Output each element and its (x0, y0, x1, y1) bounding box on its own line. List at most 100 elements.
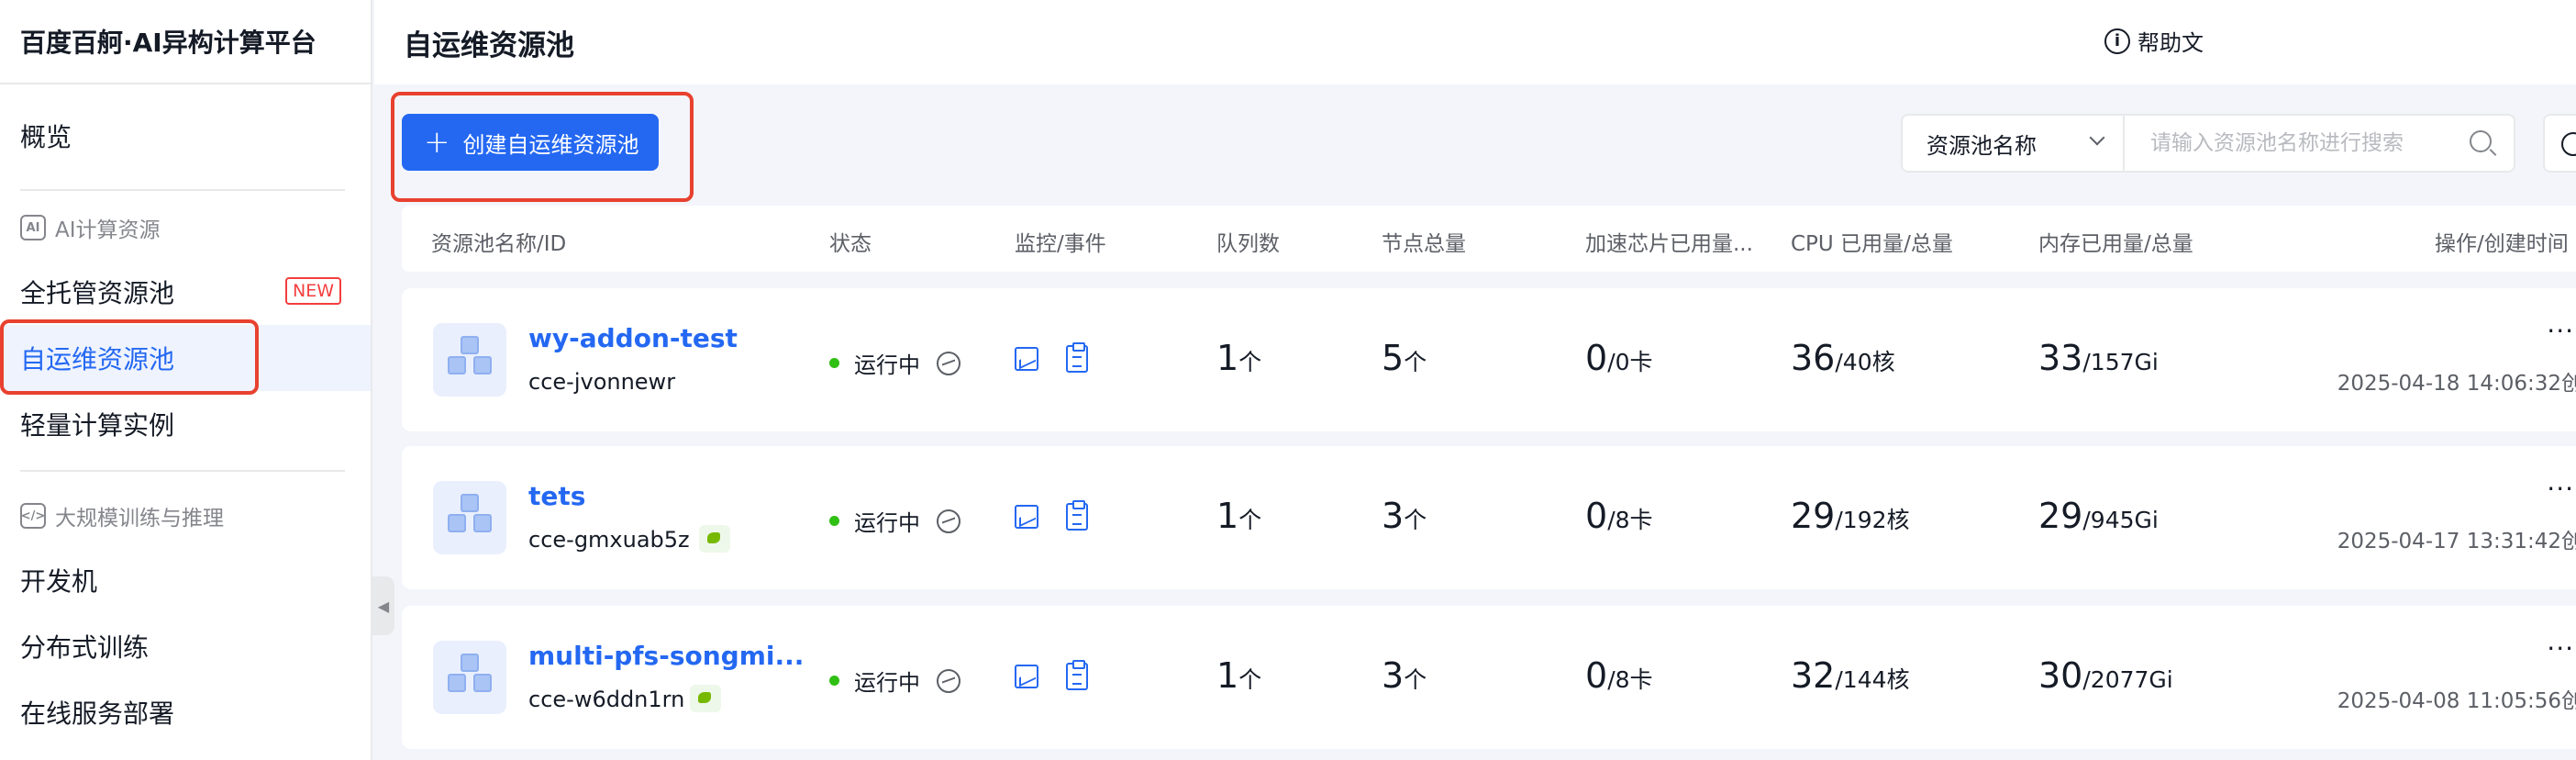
column-header-nodes: 节点总量 (1382, 232, 1466, 256)
sidebar-group-label: 大规模训练与推理 (55, 507, 224, 531)
monitor-chart-icon[interactable] (1015, 347, 1038, 371)
help-label: 帮助文 (2137, 30, 2204, 56)
queue-count: 1个 (1216, 655, 1262, 696)
pool-id: cce-gmxuab5z (528, 527, 690, 553)
highlight-box-sidebar (0, 319, 259, 395)
event-clipboard-icon[interactable] (1066, 660, 1088, 690)
chip-usage: 0/0卡 (1585, 338, 1653, 378)
refresh-button[interactable] (2543, 114, 2576, 173)
sidebar-item-fully-managed[interactable]: 全托管资源池 NEW (0, 259, 371, 325)
more-icon[interactable]: ··· (2547, 316, 2574, 346)
new-badge: NEW (284, 277, 341, 305)
table-header: 资源池名称/ID 状态 监控/事件 队列数 节点总量 加速芯片已用量... CP… (402, 206, 2576, 272)
sidebar-item-lightweight[interactable]: 轻量计算实例 (0, 391, 371, 457)
column-header-monitor: 监控/事件 (1015, 232, 1106, 256)
cpu-usage: 36/40核 (1791, 338, 1895, 378)
status-dot-icon (829, 676, 839, 686)
status-badge: 运行中 (829, 665, 960, 697)
monitor-chart-icon[interactable] (1015, 665, 1038, 688)
status-badge: 运行中 (829, 505, 960, 537)
monitor-chart-icon[interactable] (1015, 505, 1038, 529)
queue-count: 1个 (1216, 338, 1262, 378)
chevron-left-icon: ◀ (377, 597, 390, 615)
node-count: 3个 (1382, 655, 1427, 696)
code-window-icon: </> (20, 503, 46, 529)
memory-usage: 30/2077Gi (2038, 655, 2173, 696)
status-text: 运行中 (854, 670, 920, 696)
column-header-queues: 队列数 (1216, 232, 1280, 256)
sidebar-item-label: 全托管资源池 (20, 278, 175, 308)
status-badge: 运行中 (829, 347, 960, 379)
status-dot-icon (829, 516, 839, 526)
chip-usage: 0/8卡 (1585, 496, 1653, 536)
ai-chip-icon: AI (20, 215, 46, 240)
created-time: 2025-04-18 14:06:32创建 (2337, 372, 2576, 396)
column-header-cpu: CPU 已用量/总量 (1791, 232, 1953, 256)
chevron-down-icon (2089, 129, 2105, 146)
created-time: 2025-04-17 13:31:42创建 (2337, 530, 2576, 553)
column-header-chips: 加速芯片已用量... (1585, 232, 1753, 256)
sidebar-item-label: 在线服务部署 (20, 699, 175, 729)
search-input-wrapper (2125, 116, 2514, 171)
table-row: tets cce-gmxuab5z 运行中 1个 3个 0/8卡 29/192核… (402, 446, 2576, 589)
status-detail-icon[interactable] (937, 509, 960, 533)
pool-name-link[interactable]: tets (528, 481, 585, 511)
sidebar-divider (20, 189, 345, 191)
status-text: 运行中 (854, 510, 920, 536)
nvidia-gpu-icon (690, 685, 721, 712)
pool-name-link[interactable]: multi-pfs-songmi... (528, 641, 804, 671)
status-detail-icon[interactable] (937, 351, 960, 375)
sidebar-group-ai: AI AI计算资源 (20, 209, 161, 246)
refresh-icon (2561, 132, 2576, 156)
search-field-select[interactable]: 资源池名称 (1903, 116, 2125, 171)
node-count: 5个 (1382, 338, 1427, 378)
resource-pool-icon (433, 323, 506, 397)
pool-name-link[interactable]: wy-addon-test (528, 323, 738, 353)
queue-count: 1个 (1216, 496, 1262, 536)
memory-usage: 33/157Gi (2038, 338, 2159, 378)
more-icon[interactable]: ··· (2547, 633, 2574, 664)
status-detail-icon[interactable] (937, 668, 960, 693)
column-header-memory: 内存已用量/总量 (2038, 232, 2193, 256)
help-link[interactable]: i 帮助文 (2104, 25, 2204, 57)
search-icon[interactable] (2470, 130, 2492, 152)
cpu-usage: 32/144核 (1791, 655, 1910, 696)
sidebar-item-dev-machine[interactable]: 开发机 (0, 547, 371, 613)
column-header-actions: 操作/创建时间 (2435, 232, 2569, 256)
resource-pool-icon (433, 481, 506, 554)
search-group: 资源池名称 (1901, 114, 2515, 173)
event-clipboard-icon[interactable] (1066, 342, 1088, 373)
chip-usage: 0/8卡 (1585, 655, 1653, 696)
page-header: 自运维资源池 (374, 0, 2576, 84)
event-clipboard-icon[interactable] (1066, 500, 1088, 531)
sidebar-group-training: </> 大规模训练与推理 (20, 497, 224, 534)
info-icon: i (2104, 28, 2130, 54)
status-text: 运行中 (854, 352, 920, 378)
pool-id: cce-w6ddn1rn (528, 687, 685, 712)
column-header-name: 资源池名称/ID (431, 232, 567, 256)
page-title: 自运维资源池 (404, 28, 574, 62)
nvidia-gpu-icon (699, 525, 730, 553)
created-time: 2025-04-08 11:05:56创建 (2337, 689, 2576, 713)
sidebar-divider (20, 470, 345, 472)
pool-id: cce-jvonnewr (528, 369, 676, 395)
sidebar-group-label: AI计算资源 (55, 218, 161, 242)
sidebar-item-overview[interactable]: 概览 (0, 103, 371, 169)
sidebar-item-label: 分布式训练 (20, 632, 150, 663)
sidebar-collapse-handle[interactable]: ◀ (372, 576, 394, 635)
resource-pool-icon (433, 641, 506, 714)
sidebar-item-distributed-training[interactable]: 分布式训练 (0, 613, 371, 679)
select-value: 资源池名称 (1926, 132, 2037, 159)
table-row: multi-pfs-songmi... cce-w6ddn1rn 运行中 1个 … (402, 606, 2576, 749)
table-row: wy-addon-test cce-jvonnewr 运行中 1个 5个 0/0… (402, 288, 2576, 431)
search-input[interactable] (2125, 116, 2514, 171)
cpu-usage: 29/192核 (1791, 496, 1910, 536)
sidebar-item-label: 轻量计算实例 (20, 410, 175, 441)
status-dot-icon (829, 358, 839, 368)
sidebar-item-online-service[interactable]: 在线服务部署 (0, 679, 371, 745)
more-icon[interactable]: ··· (2547, 474, 2574, 504)
sidebar-item-label: 开发机 (20, 566, 98, 597)
node-count: 3个 (1382, 496, 1427, 536)
column-header-status: 状态 (829, 232, 872, 256)
brand-title: 百度百舸·AI异构计算平台 (0, 0, 371, 84)
